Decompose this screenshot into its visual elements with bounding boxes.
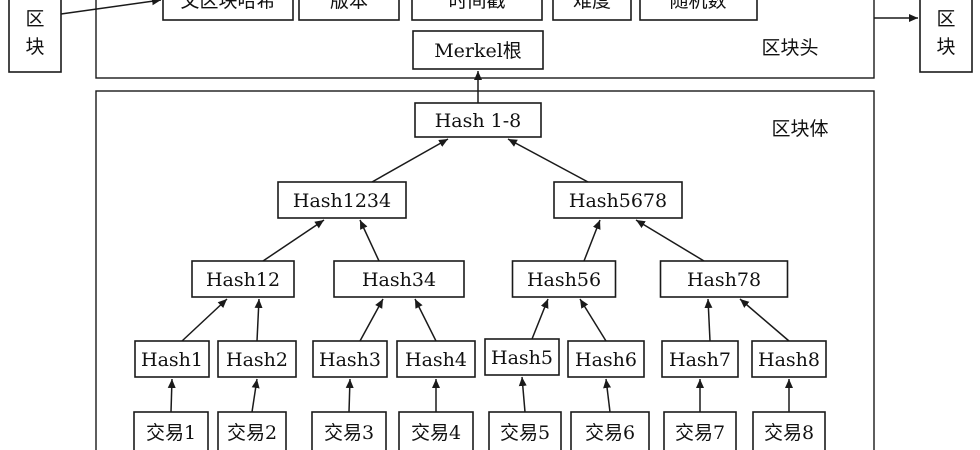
hash-level3-node-label: Hash34	[362, 269, 436, 291]
transaction-node: 交易6	[570, 411, 650, 450]
header-field: 父区块哈希	[162, 0, 294, 21]
header-field: 难度	[552, 0, 632, 21]
svg-text:版本: 版本	[330, 0, 368, 12]
transaction-node: 交易5	[488, 411, 562, 450]
tree-edge-arrow	[531, 298, 549, 340]
tree-edge-arrow	[371, 138, 449, 183]
leaf-hash-node: Hash2	[217, 340, 297, 378]
transaction-node-label: 交易5	[500, 422, 550, 444]
tree-edge-arrow	[635, 219, 705, 262]
transaction-node: 交易8	[752, 411, 826, 450]
leaf-hash-node: Hash1	[134, 340, 210, 378]
tree-nodes: Hash 1-8 Hash1234 Hash5678 Hash12 Hash34 Hash…	[133, 102, 827, 450]
tree-edge-arrow	[251, 378, 260, 413]
hash-level2-node-label: Hash1234	[293, 190, 391, 212]
transaction-node-label: 交易3	[324, 422, 374, 444]
leaf-hash-node: Hash7	[661, 340, 739, 378]
leaf-hash-node-label: Hash4	[405, 349, 467, 371]
leaf-hash-node-label: Hash6	[575, 349, 637, 371]
leaf-hash-node-label: Hash2	[226, 349, 288, 371]
leaf-hash-node: Hash4	[396, 340, 476, 378]
tree-edge-arrow	[181, 298, 228, 342]
svg-text:难度: 难度	[573, 0, 611, 12]
transaction-node-label: 交易8	[764, 422, 814, 444]
header-field: 时间戳	[411, 0, 543, 21]
hash-level3-node-label: Hash12	[206, 269, 280, 291]
leaf-hash-node-label: Hash7	[669, 349, 731, 371]
hash-level3-node: Hash56	[511, 260, 617, 298]
prev-block-arrow	[60, 0, 162, 15]
svg-text:Merkel根: Merkel根	[434, 40, 522, 62]
transaction-node-label: 交易4	[411, 422, 461, 444]
block-body-label: 区块体	[771, 118, 828, 140]
transaction-node: 交易7	[663, 411, 737, 450]
tree-edge-arrow	[739, 298, 790, 342]
leaf-hash-node-label: Hash8	[758, 349, 820, 371]
leaf-hash-node: Hash6	[567, 340, 645, 378]
transaction-node-label: 交易2	[227, 422, 277, 444]
tree-edge-arrow	[167, 378, 176, 413]
merkle-tree-diagram: 区块头 父区块哈希 版本 时间戳 难度 随机数 Merkel根 区块 区块 区块…	[8, 0, 973, 450]
transaction-node: 交易3	[311, 411, 387, 450]
hash-level3-node: Hash12	[191, 260, 295, 298]
tree-edge-arrow	[262, 219, 325, 262]
svg-text:随机数: 随机数	[669, 0, 726, 12]
leaf-hash-node: Hash8	[751, 340, 827, 378]
hash-level2-node: Hash1234	[277, 181, 407, 219]
hash-root-node: Hash 1-8	[414, 102, 542, 138]
hash-level2-node: Hash5678	[553, 181, 683, 219]
leaf-hash-node: Hash5	[484, 338, 560, 376]
next-block-box: 区块	[919, 0, 973, 73]
tree-edge-arrow	[359, 219, 380, 262]
transaction-node-label: 交易6	[585, 422, 635, 444]
merkle-root-box: Merkel根	[412, 30, 544, 70]
svg-text:父区块哈希: 父区块哈希	[180, 0, 275, 12]
transaction-node: 交易2	[217, 411, 287, 450]
hash-level2-node-label: Hash5678	[569, 190, 667, 212]
tree-edge-arrow	[254, 298, 263, 342]
svg-text:时间戳: 时间戳	[448, 0, 505, 12]
transaction-node-label: 交易7	[675, 422, 725, 444]
hash-level3-node-label: Hash78	[687, 269, 761, 291]
header-field: 随机数	[639, 0, 758, 21]
header-field: 版本	[298, 0, 400, 21]
tree-edge-arrow	[579, 298, 607, 342]
tree-edge-arrow	[583, 219, 601, 262]
tree-edge-arrow	[704, 298, 713, 342]
hash-root-node-label: Hash 1-8	[435, 110, 522, 132]
tree-edge-arrow	[414, 298, 437, 342]
hash-level3-node-label: Hash56	[527, 269, 601, 291]
block-header-label: 区块头	[761, 37, 818, 59]
prev-block-box: 区块	[8, 0, 62, 73]
leaf-hash-node: Hash3	[312, 340, 388, 378]
tree-edge-arrow	[507, 138, 589, 183]
transaction-node: 交易1	[133, 411, 209, 450]
leaf-hash-node-label: Hash5	[491, 347, 553, 369]
tree-edge-arrow	[359, 298, 384, 342]
leaf-hash-node-label: Hash1	[141, 349, 203, 371]
leaf-hash-node-label: Hash3	[319, 349, 381, 371]
transaction-node-label: 交易1	[146, 422, 196, 444]
tree-edge-arrow	[518, 376, 527, 413]
hash-level3-node: Hash34	[333, 260, 465, 298]
hash-level3-node: Hash78	[659, 260, 789, 298]
transaction-node: 交易4	[398, 411, 474, 450]
tree-edge-arrow	[603, 378, 612, 413]
tree-edge-arrow	[345, 378, 354, 413]
